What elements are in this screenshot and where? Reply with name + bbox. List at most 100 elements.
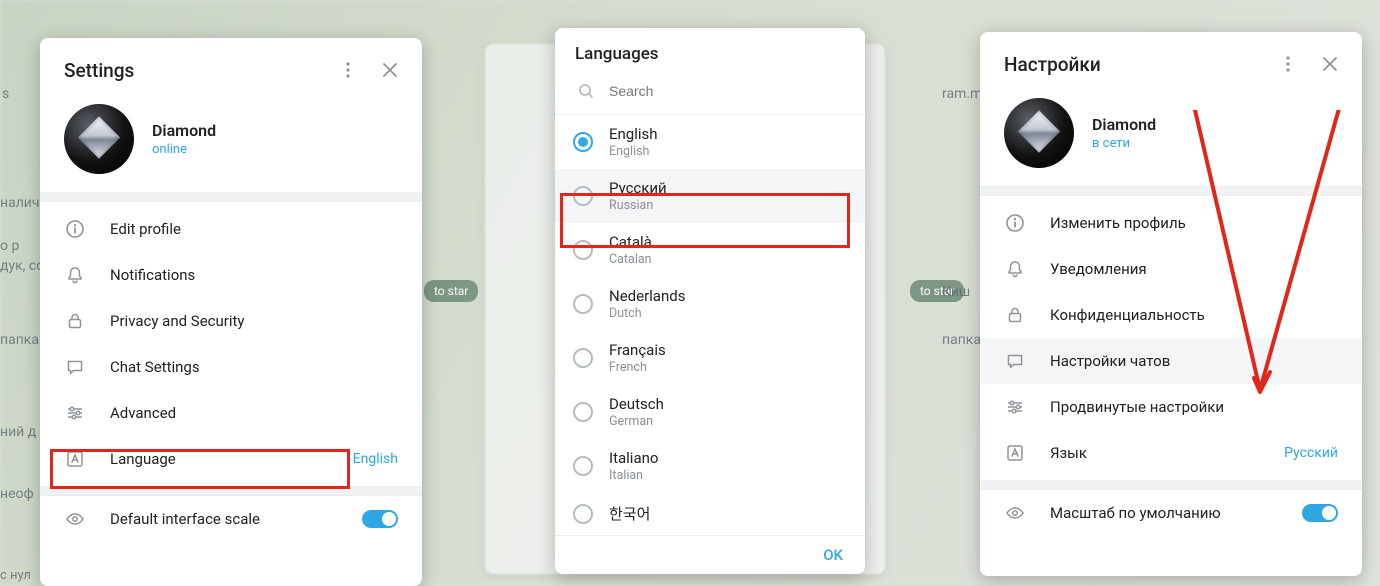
more-icon[interactable]: [1274, 50, 1302, 78]
bg-fragment: налич: [0, 195, 39, 211]
menu-default-scale[interactable]: Масштаб по умолчанию: [980, 490, 1362, 536]
menu-chat-settings[interactable]: Настройки чатов: [980, 338, 1362, 384]
language-icon: [1004, 442, 1026, 464]
avatar: [1004, 98, 1074, 168]
radio-icon: [573, 348, 593, 368]
lock-icon: [1004, 304, 1026, 326]
lang-native: Nederlands: [609, 287, 685, 305]
lang-english-name: Dutch: [609, 306, 685, 321]
lang-catalan[interactable]: Català Catalan: [555, 223, 865, 277]
radio-selected-icon: [573, 132, 593, 152]
menu-edit-profile[interactable]: Изменить профиль: [980, 200, 1362, 246]
section-divider: [40, 192, 422, 202]
panel-header: Languages: [555, 28, 865, 70]
section-divider: [40, 486, 422, 496]
bell-icon: [64, 264, 86, 286]
scale-toggle[interactable]: [1302, 504, 1338, 522]
lang-native: Français: [609, 341, 666, 359]
radio-icon: [573, 186, 593, 206]
info-icon: [1004, 212, 1026, 234]
bg-fragment: s: [2, 86, 9, 102]
languages-panel: Languages English English Русский Russia…: [555, 28, 865, 574]
panel-header: Настройки: [980, 32, 1362, 92]
lang-english-name: French: [609, 360, 666, 375]
language-icon: [64, 448, 86, 470]
eye-icon: [1004, 502, 1026, 524]
lang-korean[interactable]: 한국어: [555, 493, 865, 534]
chat-icon: [64, 356, 86, 378]
bg-fragment: дук, со: [0, 258, 44, 274]
menu-label: Default interface scale: [110, 510, 338, 528]
lang-english-name: German: [609, 414, 664, 429]
menu-language[interactable]: Язык Русский: [980, 430, 1362, 476]
search-icon: [575, 80, 597, 102]
panel-title: Settings: [64, 59, 134, 82]
menu-label: Chat Settings: [110, 358, 398, 376]
panel-title: Languages: [575, 44, 659, 64]
radio-icon: [573, 294, 593, 314]
lang-french[interactable]: Français French: [555, 331, 865, 385]
panel-title: Настройки: [1004, 53, 1101, 76]
menu-language[interactable]: Language English: [40, 436, 422, 482]
search-input[interactable]: [609, 83, 845, 99]
lang-dutch[interactable]: Nederlands Dutch: [555, 277, 865, 331]
sliders-icon: [1004, 396, 1026, 418]
bg-fragment: ний д: [0, 424, 36, 440]
bg-fragment: ram.m: [942, 86, 982, 102]
menu-label: Language: [110, 450, 329, 468]
menu-advanced[interactable]: Advanced: [40, 390, 422, 436]
menu-label: Продвинутые настройки: [1050, 398, 1338, 416]
radio-icon: [573, 456, 593, 476]
info-icon: [64, 218, 86, 240]
bg-fragment: о р: [0, 238, 19, 254]
menu-label: Privacy and Security: [110, 312, 398, 330]
lang-german[interactable]: Deutsch German: [555, 385, 865, 439]
language-list[interactable]: English English Русский Russian Català C…: [555, 115, 865, 534]
bg-fragment: с нул: [0, 568, 31, 583]
menu-label: Язык: [1050, 444, 1260, 462]
menu-label: Конфиденциальность: [1050, 306, 1338, 324]
bg-fragment: папка: [0, 332, 39, 348]
bg-fragment: неоф: [0, 486, 34, 502]
lang-native: Deutsch: [609, 395, 664, 413]
lang-english-name: Russian: [609, 198, 667, 213]
settings-menu: Edit profile Notifications Privacy and S…: [40, 202, 422, 486]
menu-notifications[interactable]: Уведомления: [980, 246, 1362, 292]
menu-notifications[interactable]: Notifications: [40, 252, 422, 298]
menu-privacy[interactable]: Privacy and Security: [40, 298, 422, 344]
bg-fragment: Киш: [942, 284, 970, 300]
lang-italian[interactable]: Italiano Italian: [555, 439, 865, 493]
lang-native: Русский: [609, 179, 667, 197]
lang-english-name: Italian: [609, 468, 658, 483]
profile-row[interactable]: Diamond в сети: [980, 92, 1362, 186]
menu-advanced[interactable]: Продвинутые настройки: [980, 384, 1362, 430]
menu-chat-settings[interactable]: Chat Settings: [40, 344, 422, 390]
menu-label: Настройки чатов: [1050, 352, 1338, 370]
chat-icon: [1004, 350, 1026, 372]
settings-panel-en: Settings Diamond online Edit profile Not…: [40, 38, 422, 586]
radio-icon: [573, 504, 593, 524]
profile-name: Diamond: [1092, 115, 1156, 134]
close-icon[interactable]: [376, 56, 404, 84]
lang-russian[interactable]: Русский Russian: [555, 169, 865, 223]
bell-icon: [1004, 258, 1026, 280]
more-icon[interactable]: [334, 56, 362, 84]
section-divider: [980, 480, 1362, 490]
profile-status: online: [152, 142, 216, 157]
ok-button[interactable]: OK: [823, 546, 843, 564]
menu-label: Масштаб по умолчанию: [1050, 504, 1278, 522]
menu-privacy[interactable]: Конфиденциальность: [980, 292, 1362, 338]
profile-row[interactable]: Diamond online: [40, 98, 422, 192]
scale-toggle[interactable]: [362, 510, 398, 528]
menu-value: English: [353, 451, 398, 467]
menu-label: Advanced: [110, 404, 398, 422]
menu-edit-profile[interactable]: Edit profile: [40, 206, 422, 252]
menu-default-scale[interactable]: Default interface scale: [40, 496, 422, 542]
search-row: [555, 70, 865, 115]
panel-header: Settings: [40, 38, 422, 98]
close-icon[interactable]: [1316, 50, 1344, 78]
lang-english[interactable]: English English: [555, 115, 865, 169]
avatar: [64, 104, 134, 174]
lang-native: Italiano: [609, 449, 658, 467]
menu-label: Уведомления: [1050, 260, 1338, 278]
